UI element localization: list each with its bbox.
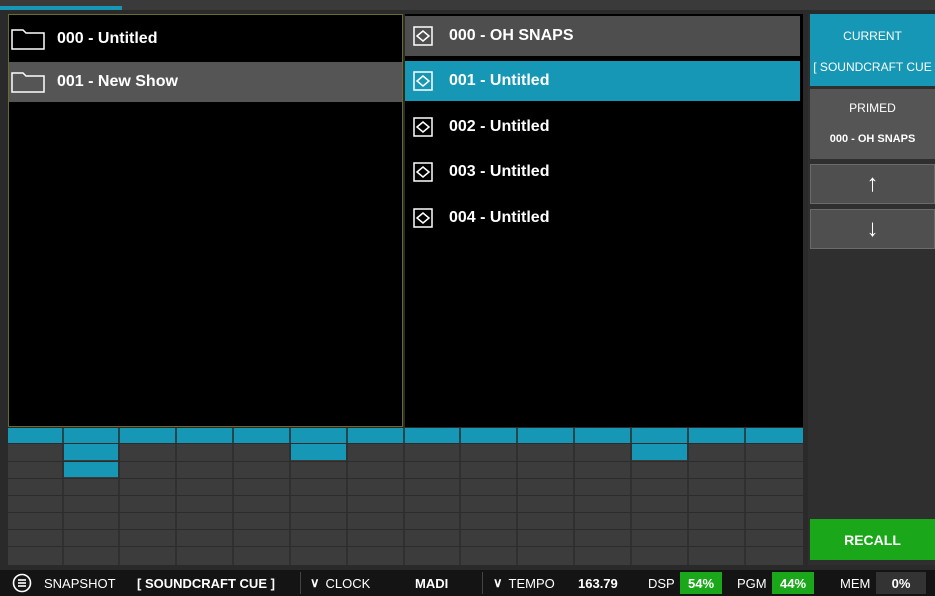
clock-label: CLOCK	[325, 575, 371, 591]
current-label: CURRENT	[843, 29, 902, 43]
menu-button[interactable]	[12, 570, 32, 596]
primed-value: 000 - OH SNAPS	[829, 133, 916, 145]
pgm-meter: 44%	[772, 572, 814, 594]
snapshot-list[interactable]: 000 - OH SNAPS 001 - Untitled 002 - Unti…	[405, 14, 803, 427]
mode-value: [ SOUNDCRAFT CUE ]	[137, 575, 275, 591]
show-item-label: 001 - New Show	[57, 73, 178, 90]
snapshot-item-label: 004 - Untitled	[449, 209, 550, 226]
channel-grid[interactable]	[8, 428, 803, 565]
snapshot-item-label: 003 - Untitled	[449, 163, 550, 180]
tempo-value: 163.79	[578, 575, 618, 591]
tempo-label: TEMPO	[508, 575, 555, 591]
menu-icon	[12, 573, 32, 593]
mode-label: SNAPSHOT	[44, 575, 116, 591]
snapshot-icon	[413, 162, 433, 182]
mem-meter: 0%	[876, 572, 926, 594]
dsp-label: DSP	[648, 575, 675, 591]
snapshot-icon	[413, 117, 433, 137]
top-strip-indicator	[0, 6, 122, 10]
snapshot-item[interactable]: 002 - Untitled	[405, 107, 800, 147]
current-snapshot-box: CURRENT [ SOUNDCRAFT CUE	[810, 14, 935, 86]
snapshot-icon	[413, 26, 433, 46]
current-value: [ SOUNDCRAFT CUE	[813, 60, 932, 74]
move-up-button[interactable]: ↑	[810, 164, 935, 204]
snapshot-item-label: 001 - Untitled	[449, 72, 550, 89]
snapshot-item-label: 002 - Untitled	[449, 118, 550, 135]
side-panel: CURRENT [ SOUNDCRAFT CUE PRIMED 000 - OH…	[808, 14, 935, 565]
top-strip	[0, 0, 935, 10]
recall-label: RECALL	[844, 531, 901, 548]
chevron-down-icon: ∨	[310, 575, 320, 590]
divider	[482, 572, 483, 594]
snapshot-item-label: 000 - OH SNAPS	[449, 27, 574, 44]
show-list[interactable]: 000 - Untitled 001 - New Show	[8, 14, 403, 427]
snapshot-item[interactable]: 001 - Untitled	[405, 61, 800, 101]
show-item[interactable]: 000 - Untitled	[9, 19, 402, 59]
clock-dropdown[interactable]: ∨ CLOCK	[310, 570, 370, 596]
primed-label: PRIMED	[849, 101, 896, 115]
snapshot-icon	[413, 208, 433, 228]
pgm-label: PGM	[737, 575, 767, 591]
primed-snapshot-box: PRIMED 000 - OH SNAPS	[810, 89, 935, 159]
folder-icon	[11, 72, 45, 93]
chevron-down-icon: ∨	[493, 575, 503, 590]
arrow-up-icon: ↑	[866, 170, 879, 197]
move-down-button[interactable]: ↓	[810, 209, 935, 249]
dsp-meter: 54%	[680, 572, 722, 594]
snapshot-item[interactable]: 000 - OH SNAPS	[405, 16, 800, 56]
status-bar: SNAPSHOT [ SOUNDCRAFT CUE ] ∨ CLOCK MADI…	[0, 570, 935, 596]
arrow-down-icon: ↓	[866, 215, 879, 242]
tempo-dropdown[interactable]: ∨ TEMPO	[493, 570, 555, 596]
snapshot-item[interactable]: 003 - Untitled	[405, 152, 800, 192]
folder-icon	[11, 29, 45, 50]
divider	[300, 572, 301, 594]
show-item-label: 000 - Untitled	[57, 30, 158, 47]
clock-value: MADI	[415, 575, 449, 591]
show-item[interactable]: 001 - New Show	[9, 62, 402, 102]
snapshot-item[interactable]: 004 - Untitled	[405, 198, 800, 238]
snapshot-icon	[413, 71, 433, 91]
mem-label: MEM	[840, 575, 871, 591]
recall-button[interactable]: RECALL	[810, 519, 935, 560]
